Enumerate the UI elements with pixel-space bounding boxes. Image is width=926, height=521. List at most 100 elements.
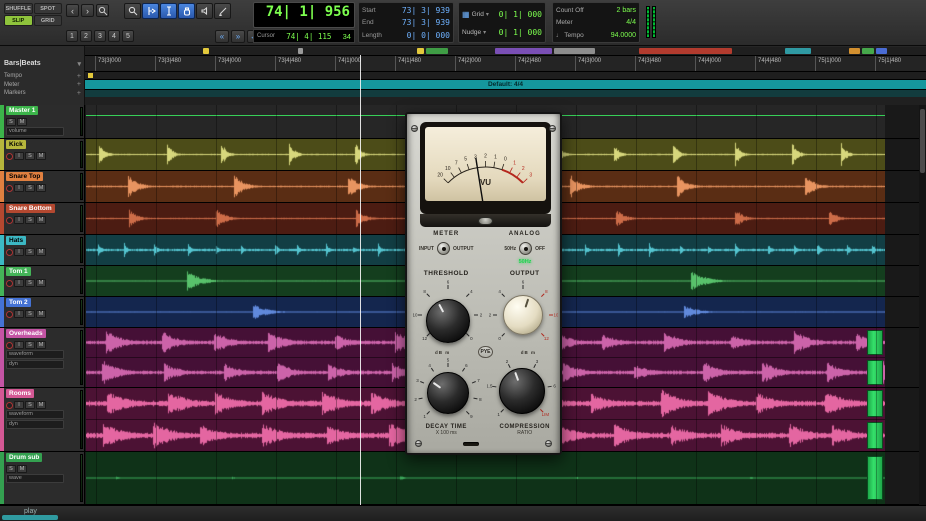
start-value[interactable]: 73| 3| 939 bbox=[402, 6, 450, 15]
track-button-s[interactable]: S bbox=[25, 248, 35, 256]
add-tempo-icon[interactable]: + bbox=[77, 73, 81, 80]
edit-mode-spot[interactable]: SPOT bbox=[34, 3, 63, 14]
track-button-m[interactable]: M bbox=[36, 216, 46, 224]
edit-mode-grid[interactable]: GRID bbox=[34, 15, 63, 26]
track-button-i[interactable]: I bbox=[14, 152, 24, 160]
track-view-selector[interactable]: waveform bbox=[6, 410, 64, 419]
zoom-out-button[interactable]: ‹ bbox=[66, 4, 79, 17]
end-value[interactable]: 73| 3| 939 bbox=[402, 18, 450, 27]
bars-beats-ruler[interactable]: 73|3|00073|3|48073|4|00073|4|48074|1|000… bbox=[85, 55, 926, 72]
track-button-s[interactable]: S bbox=[25, 279, 35, 287]
tempo-ruler[interactable] bbox=[85, 72, 926, 80]
track-button-i[interactable]: I bbox=[14, 279, 24, 287]
track-button-m[interactable]: M bbox=[36, 279, 46, 287]
playback-cursor[interactable] bbox=[360, 55, 361, 505]
track-header-kick[interactable]: KickISM bbox=[0, 139, 85, 170]
tempo-event-flag[interactable] bbox=[88, 73, 93, 78]
timeline-marker[interactable] bbox=[495, 48, 552, 54]
threshold-knob[interactable] bbox=[426, 299, 470, 343]
edit-mode-slip[interactable]: SLIP bbox=[4, 15, 33, 26]
timeline-marker[interactable] bbox=[785, 48, 811, 54]
add-marker-icon[interactable]: + bbox=[77, 90, 81, 97]
zoomer-tool-button[interactable] bbox=[96, 4, 109, 17]
track-button-s[interactable]: S bbox=[25, 401, 35, 409]
bars-beats-ruler-label[interactable]: Bars|Beats ▾ bbox=[0, 55, 85, 72]
track-button-m[interactable]: M bbox=[36, 248, 46, 256]
track-header-snare-top[interactable]: Snare TopISM bbox=[0, 171, 85, 202]
track-button-m[interactable]: M bbox=[36, 184, 46, 192]
meter-event-label[interactable]: Default: 4/4 bbox=[488, 81, 523, 88]
record-enable-button[interactable] bbox=[6, 185, 13, 192]
zoom-preset-1[interactable]: 1 bbox=[66, 30, 78, 42]
main-counter-display[interactable]: 74| 1| 956 bbox=[253, 2, 355, 28]
markers-ruler[interactable] bbox=[85, 89, 926, 97]
track-button-s[interactable]: S bbox=[25, 310, 35, 318]
zoom-preset-2[interactable]: 2 bbox=[80, 30, 92, 42]
track-header-drum-sub[interactable]: Drum subSMwave bbox=[0, 452, 85, 504]
grid-icon[interactable]: ▦ bbox=[462, 10, 470, 19]
track-name[interactable]: Master 1 bbox=[6, 106, 38, 115]
track-header-tom-2[interactable]: Tom 2ISM bbox=[0, 297, 85, 327]
zoom-in-button[interactable]: › bbox=[81, 4, 94, 17]
grabber-tool-button[interactable] bbox=[178, 3, 195, 19]
trim-tool-button[interactable] bbox=[142, 3, 159, 19]
zoom-preset-4[interactable]: 4 bbox=[108, 30, 120, 42]
zoom-preset-5[interactable]: 5 bbox=[122, 30, 134, 42]
meter-source-switch[interactable] bbox=[437, 242, 450, 255]
add-meter-icon[interactable]: + bbox=[77, 81, 81, 88]
track-button-m[interactable]: M bbox=[36, 152, 46, 160]
track-name[interactable]: Tom 2 bbox=[6, 298, 31, 307]
output-knob[interactable] bbox=[503, 295, 543, 335]
tempo-value[interactable]: 94.0000 bbox=[611, 32, 636, 39]
track-name[interactable]: Hats bbox=[6, 236, 26, 245]
track-name[interactable]: Kick bbox=[6, 140, 26, 149]
decay-time-knob[interactable] bbox=[427, 372, 469, 414]
zoom-preset-3[interactable]: 3 bbox=[94, 30, 106, 42]
clip-segment[interactable] bbox=[867, 360, 883, 384]
clip-segment[interactable] bbox=[867, 330, 883, 354]
track-name[interactable]: Snare Bottom bbox=[6, 204, 55, 213]
meter-value[interactable]: 4/4 bbox=[626, 19, 636, 26]
track-lanes-drum-sub[interactable] bbox=[86, 452, 885, 504]
timeline-marker[interactable] bbox=[298, 48, 303, 54]
clip-segment[interactable] bbox=[867, 422, 883, 448]
count-off-label[interactable]: Count Off bbox=[556, 7, 584, 14]
record-enable-button[interactable] bbox=[6, 311, 13, 318]
chevron-down-icon[interactable]: ▾ bbox=[486, 11, 489, 18]
track-button-m[interactable]: M bbox=[17, 118, 27, 126]
link-timeline-edit-button[interactable]: » bbox=[231, 30, 245, 43]
markers-ruler-label[interactable]: Markers + bbox=[0, 89, 85, 97]
scrollbar-thumb[interactable] bbox=[920, 109, 925, 173]
track-view-selector[interactable]: volume bbox=[6, 127, 64, 136]
length-value[interactable]: 0| 0| 000 bbox=[407, 31, 450, 40]
clip-segment[interactable] bbox=[867, 456, 883, 500]
track-name[interactable]: Tom 1 bbox=[6, 267, 31, 276]
track-name[interactable]: Snare Top bbox=[6, 172, 43, 181]
chevron-down-icon[interactable]: ▾ bbox=[483, 29, 486, 36]
track-button-s[interactable]: S bbox=[25, 184, 35, 192]
tab-to-transient-button[interactable]: « bbox=[215, 30, 229, 43]
timeline-marker[interactable] bbox=[862, 48, 874, 54]
timeline-marker[interactable] bbox=[426, 48, 448, 54]
track-header-tom-1[interactable]: Tom 1 ISM bbox=[0, 266, 85, 296]
audio-clip[interactable] bbox=[86, 452, 885, 505]
vertical-scrollbar[interactable] bbox=[919, 105, 926, 505]
tempo-label[interactable]: Tempo bbox=[564, 32, 584, 39]
horizontal-scrollbar-thumb[interactable] bbox=[2, 515, 58, 520]
scrubber-tool-button[interactable] bbox=[196, 3, 213, 19]
markers-strip[interactable] bbox=[85, 47, 926, 55]
clip-segment[interactable] bbox=[867, 390, 883, 416]
track-button-i[interactable]: I bbox=[14, 216, 24, 224]
zoom-tool-button[interactable] bbox=[124, 3, 141, 19]
timeline-marker[interactable] bbox=[417, 48, 424, 54]
pencil-tool-button[interactable] bbox=[214, 3, 231, 19]
track-view-selector[interactable]: dyn bbox=[6, 360, 64, 369]
record-enable-button[interactable] bbox=[6, 280, 13, 287]
selector-tool-button[interactable] bbox=[160, 3, 177, 19]
track-button-s[interactable]: S bbox=[25, 341, 35, 349]
track-button-i[interactable]: I bbox=[14, 341, 24, 349]
track-button-s[interactable]: S bbox=[6, 118, 16, 126]
main-location-value[interactable]: 74| 1| 956 bbox=[258, 4, 350, 21]
track-header-rooms[interactable]: RoomsISMwaveformdyn bbox=[0, 388, 85, 451]
track-button-i[interactable]: I bbox=[14, 310, 24, 318]
